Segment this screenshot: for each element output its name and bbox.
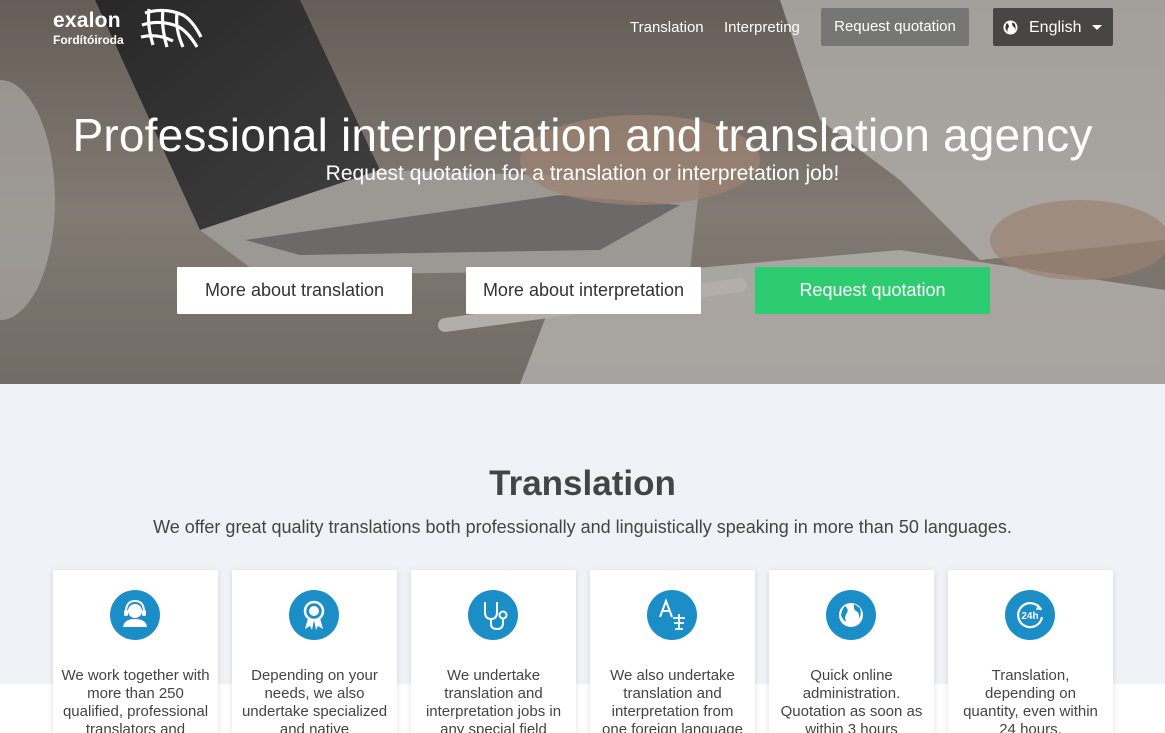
logo-wordmark: exalon bbox=[53, 9, 121, 32]
logo-mark-icon bbox=[140, 8, 203, 48]
more-about-interpretation-button[interactable]: More about interpretation bbox=[466, 267, 701, 314]
hero-overlay bbox=[0, 0, 1165, 384]
nav-link-interpreting[interactable]: Interpreting bbox=[724, 19, 800, 36]
24h-icon: 24h bbox=[1005, 590, 1055, 640]
svg-text:24h: 24h bbox=[1021, 611, 1038, 622]
feature-card: We also undertake translation and interp… bbox=[590, 570, 755, 733]
feature-card-text: Translation, depending on quantity, even… bbox=[963, 667, 1098, 733]
logo[interactable]: exalon Fordítóiroda bbox=[53, 8, 208, 49]
feature-card-text: Quick online administration. Quotation a… bbox=[780, 667, 923, 733]
request-quotation-button[interactable]: Request quotation bbox=[755, 267, 990, 314]
award-ribbon-icon bbox=[289, 590, 339, 640]
section-title: Translation bbox=[489, 464, 676, 503]
language-selector[interactable]: English bbox=[993, 8, 1113, 46]
hero-banner bbox=[0, 0, 1165, 384]
feature-card-text: We undertake translation and interpretat… bbox=[425, 667, 562, 733]
feature-card: Quick online administration. Quotation a… bbox=[769, 570, 934, 733]
section-description: We offer great quality translations both… bbox=[153, 517, 1012, 537]
language-translate-icon bbox=[647, 590, 697, 640]
feature-card: We undertake translation and interpretat… bbox=[411, 570, 576, 733]
feature-card-text: Depending on your needs, we also underta… bbox=[241, 667, 388, 733]
feature-card-text: We work together with more than 250 qual… bbox=[61, 667, 210, 733]
feature-card: We work together with more than 250 qual… bbox=[53, 570, 218, 733]
stethoscope-icon bbox=[468, 590, 518, 640]
hero-title: Professional interpretation and translat… bbox=[72, 109, 1093, 161]
language-label: English bbox=[1029, 19, 1082, 36]
logo-subtitle: Fordítóiroda bbox=[53, 33, 124, 47]
more-about-translation-button[interactable]: More about translation bbox=[177, 267, 412, 314]
nav-request-quotation-button[interactable]: Request quotation bbox=[821, 8, 969, 46]
chevron-down-icon bbox=[1092, 25, 1102, 30]
hero-subtitle: Request quotation for a translation or i… bbox=[325, 162, 840, 185]
feature-card: 24h Translation, depending on quantity, … bbox=[948, 570, 1113, 733]
support-agent-icon bbox=[110, 590, 160, 640]
feature-card-text: We also undertake translation and interp… bbox=[602, 667, 743, 733]
feature-card: Depending on your needs, we also underta… bbox=[232, 570, 397, 733]
nav-link-translation[interactable]: Translation bbox=[630, 19, 704, 36]
globe-icon bbox=[1003, 20, 1018, 35]
globe-icon bbox=[826, 590, 876, 640]
